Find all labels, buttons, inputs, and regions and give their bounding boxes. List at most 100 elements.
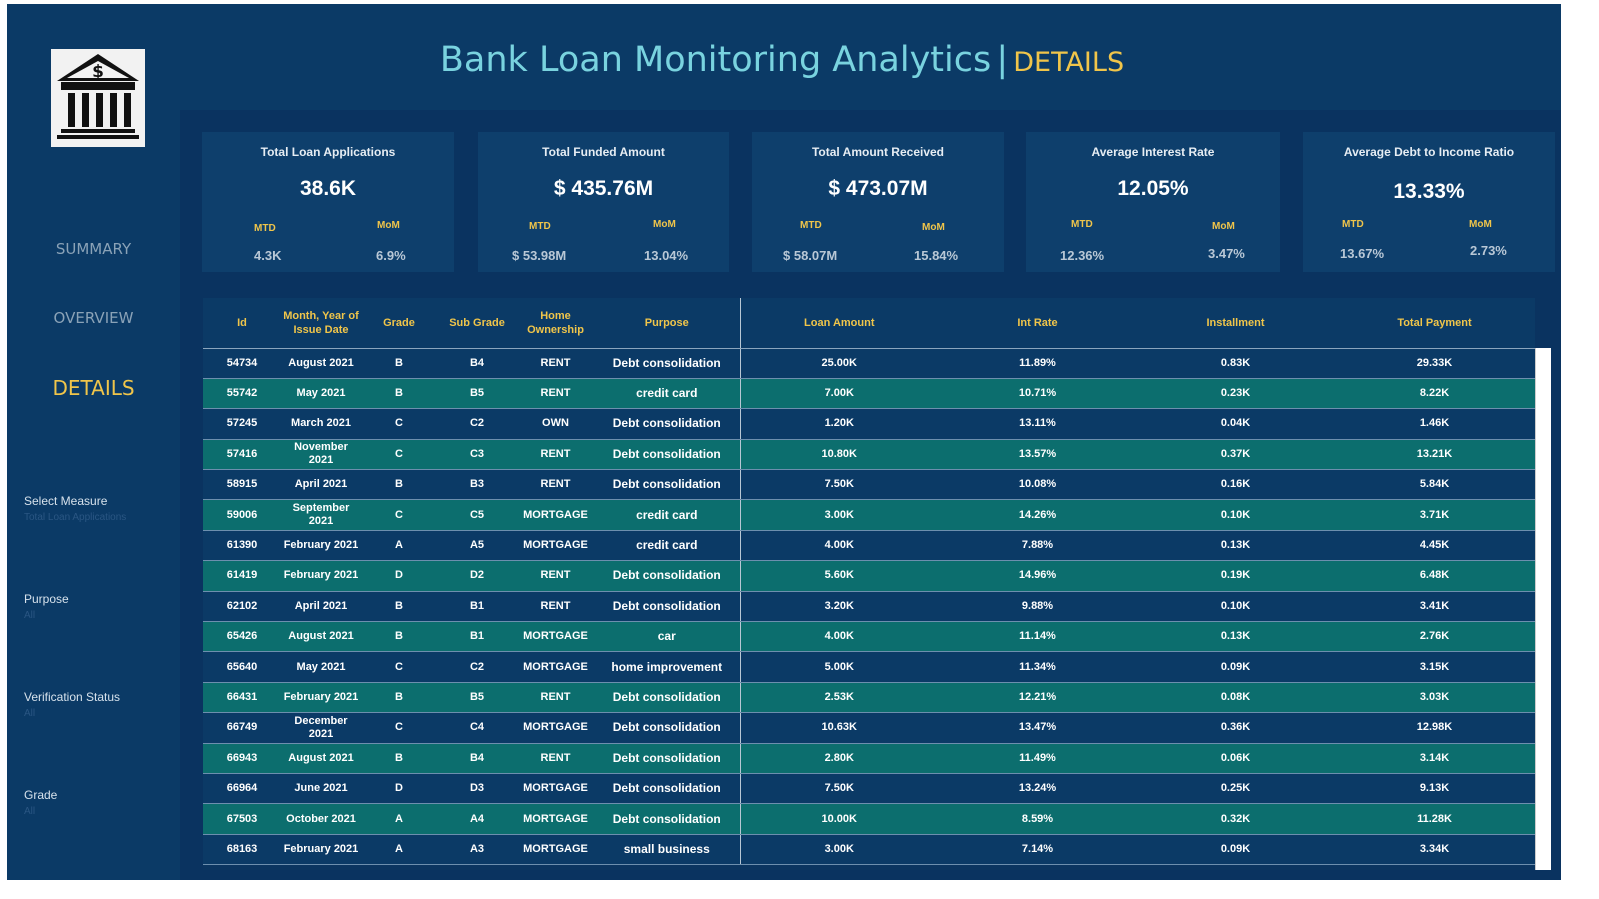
column-header-grade[interactable]: Grade bbox=[361, 298, 437, 349]
cell-home-ownership: RENT bbox=[517, 469, 594, 501]
table-row[interactable]: 61419 February 2021 D D2 RENT Debt consolidat… bbox=[203, 560, 1535, 592]
column-header-purpose[interactable]: Purpose bbox=[594, 298, 741, 349]
kpi-mtd-value: 13.67% bbox=[1340, 246, 1385, 261]
cell-int-rate: 11.89% bbox=[938, 348, 1137, 379]
cell-issue-date: June 2021 bbox=[281, 773, 361, 805]
kpi-value: 38.6K bbox=[299, 177, 357, 200]
cell-id: 66943 bbox=[203, 743, 281, 774]
cell-home-ownership: MORTGAGE bbox=[517, 530, 594, 562]
table-row[interactable]: 66749 December 2021 C C4 MORTGAGE Debt consol… bbox=[203, 712, 1535, 744]
cell-total-payment: 3.14K bbox=[1334, 743, 1535, 774]
table-row[interactable]: 58915 April 2021 B B3 RENT Debt consolidation… bbox=[203, 469, 1535, 501]
column-header-installment[interactable]: Installment bbox=[1137, 298, 1334, 349]
table-row[interactable]: 66943 August 2021 B B4 RENT Debt consolidatio… bbox=[203, 743, 1535, 774]
kpi-card-total-funded-amount: Total Funded Amount $ 435.76M MTD MoM $ … bbox=[478, 132, 729, 272]
cell-loan-amount: 5.60K bbox=[740, 560, 938, 592]
table-row[interactable]: 57245 March 2021 C C2 OWN Debt consolidation 1… bbox=[203, 408, 1535, 440]
column-header-issue-date[interactable]: Month, Year of Issue Date bbox=[281, 298, 361, 349]
column-header-loan-amount[interactable]: Loan Amount bbox=[740, 298, 938, 349]
nav-overview[interactable]: OVERVIEW bbox=[7, 309, 180, 327]
cell-purpose: car bbox=[594, 621, 741, 653]
loan-details-table[interactable]: Id Month, Year of Issue Date Grade Sub G… bbox=[203, 298, 1535, 870]
filter-label: Grade bbox=[24, 788, 58, 802]
cell-installment: 0.83K bbox=[1137, 348, 1334, 379]
kpi-title: Total Funded Amount bbox=[542, 145, 665, 159]
cell-grade: C bbox=[361, 408, 437, 440]
table-row[interactable]: 65426 August 2021 B B1 MORTGAGE car 4.00K 11.14… bbox=[203, 621, 1535, 653]
filter-verification-status[interactable]: Verification Status All bbox=[24, 690, 174, 719]
column-header-total-payment[interactable]: Total Payment bbox=[1334, 298, 1535, 349]
filter-select-measure[interactable]: Select Measure Total Loan Applications bbox=[24, 494, 174, 523]
cell-sub-grade: B4 bbox=[437, 348, 517, 379]
kpi-mom-label: MoM bbox=[922, 222, 945, 233]
cell-home-ownership: OWN bbox=[517, 408, 594, 440]
cell-loan-amount: 7.50K bbox=[740, 469, 938, 501]
cell-purpose: Debt consolidation bbox=[594, 560, 741, 592]
filter-value[interactable]: All bbox=[24, 708, 174, 719]
cell-installment: 0.32K bbox=[1137, 803, 1334, 835]
table-scrollbar[interactable] bbox=[1535, 348, 1551, 870]
cell-sub-grade: B4 bbox=[437, 743, 517, 774]
column-header-sub-grade[interactable]: Sub Grade bbox=[437, 298, 517, 349]
column-header-int-rate[interactable]: Int Rate bbox=[938, 298, 1137, 349]
filter-grade[interactable]: Grade All bbox=[24, 788, 174, 817]
cell-id: 65426 bbox=[203, 621, 281, 653]
cell-installment: 0.13K bbox=[1137, 621, 1334, 653]
table-row[interactable]: 66431 February 2021 B B5 RENT Debt consolidat… bbox=[203, 682, 1535, 714]
cell-loan-amount: 1.20K bbox=[740, 408, 938, 440]
cell-grade: C bbox=[361, 712, 437, 744]
cell-total-payment: 3.34K bbox=[1334, 834, 1535, 866]
kpi-mom-label: MoM bbox=[653, 219, 676, 230]
cell-issue-date: May 2021 bbox=[281, 651, 361, 683]
filter-value[interactable]: All bbox=[24, 806, 174, 817]
cell-id: 54734 bbox=[203, 348, 281, 379]
cell-grade: B bbox=[361, 378, 437, 410]
filter-label: Purpose bbox=[24, 592, 69, 606]
cell-purpose: Debt consolidation bbox=[594, 773, 741, 805]
cell-installment: 0.23K bbox=[1137, 378, 1334, 410]
column-header-id[interactable]: Id bbox=[203, 298, 281, 349]
filter-purpose[interactable]: Purpose All bbox=[24, 592, 174, 621]
cell-loan-amount: 2.53K bbox=[740, 682, 938, 714]
cell-sub-grade: C3 bbox=[437, 439, 517, 471]
filter-value[interactable]: Total Loan Applications bbox=[24, 512, 174, 523]
kpi-value: $ 435.76M bbox=[553, 177, 654, 200]
filter-value[interactable]: All bbox=[24, 610, 174, 621]
kpi-title: Total Loan Applications bbox=[260, 145, 396, 159]
filter-label: Verification Status bbox=[24, 690, 121, 704]
table-row[interactable]: 55742 May 2021 B B5 RENT credit card 7.00K 10.7… bbox=[203, 378, 1535, 410]
cell-loan-amount: 10.00K bbox=[740, 803, 938, 835]
kpi-mtd-label: MTD bbox=[1342, 219, 1364, 230]
table-row[interactable]: 54734 August 2021 B B4 RENT Debt consolidatio… bbox=[203, 348, 1535, 379]
cell-int-rate: 14.96% bbox=[938, 560, 1137, 592]
title-sub: DETAILS bbox=[1013, 47, 1125, 78]
cell-purpose: credit card bbox=[594, 499, 741, 531]
table-row[interactable]: 57416 November 2021 C C3 RENT Debt consolidat… bbox=[203, 439, 1535, 471]
kpi-value: $ 473.07M bbox=[828, 177, 928, 200]
table-row[interactable]: 68163 February 2021 A A3 MORTGAGE small busin… bbox=[203, 834, 1535, 866]
nav-details[interactable]: DETAILS bbox=[7, 376, 180, 400]
cell-loan-amount: 3.20K bbox=[740, 591, 938, 623]
table-row[interactable]: 65640 May 2021 C C2 MORTGAGE home improvement… bbox=[203, 651, 1535, 683]
table-row[interactable]: 66964 June 2021 D D3 MORTGAGE Debt consolidat… bbox=[203, 773, 1535, 805]
table-row[interactable]: 59006 September 2021 C C5 MORTGAGE credit car… bbox=[203, 499, 1535, 531]
column-header-home-ownership[interactable]: Home Ownership bbox=[517, 298, 594, 349]
cell-id: 65640 bbox=[203, 651, 281, 683]
cell-purpose: credit card bbox=[594, 530, 741, 562]
table-row[interactable]: 61390 February 2021 A A5 MORTGAGE credit card… bbox=[203, 530, 1535, 562]
kpi-mtd-label: MTD bbox=[254, 223, 276, 234]
nav-summary[interactable]: SUMMARY bbox=[7, 240, 180, 258]
cell-grade: B bbox=[361, 591, 437, 623]
cell-loan-amount: 4.00K bbox=[740, 621, 938, 653]
table-row[interactable]: 62102 April 2021 B B1 RENT Debt consolidation… bbox=[203, 591, 1535, 623]
kpi-title: Average Debt to Income Ratio bbox=[1343, 145, 1515, 159]
cell-grade: D bbox=[361, 560, 437, 592]
cell-int-rate: 11.14% bbox=[938, 621, 1137, 653]
kpi-mom-value: 3.47% bbox=[1208, 246, 1245, 261]
title-separator: | bbox=[996, 40, 1009, 80]
cell-loan-amount: 25.00K bbox=[740, 348, 938, 379]
kpi-mom-value: 6.9% bbox=[376, 248, 406, 263]
table-row[interactable]: 67503 October 2021 A A4 MORTGAGE Debt consoli… bbox=[203, 803, 1535, 835]
cell-issue-date: September 2021 bbox=[281, 499, 361, 531]
cell-purpose: Debt consolidation bbox=[594, 803, 741, 835]
